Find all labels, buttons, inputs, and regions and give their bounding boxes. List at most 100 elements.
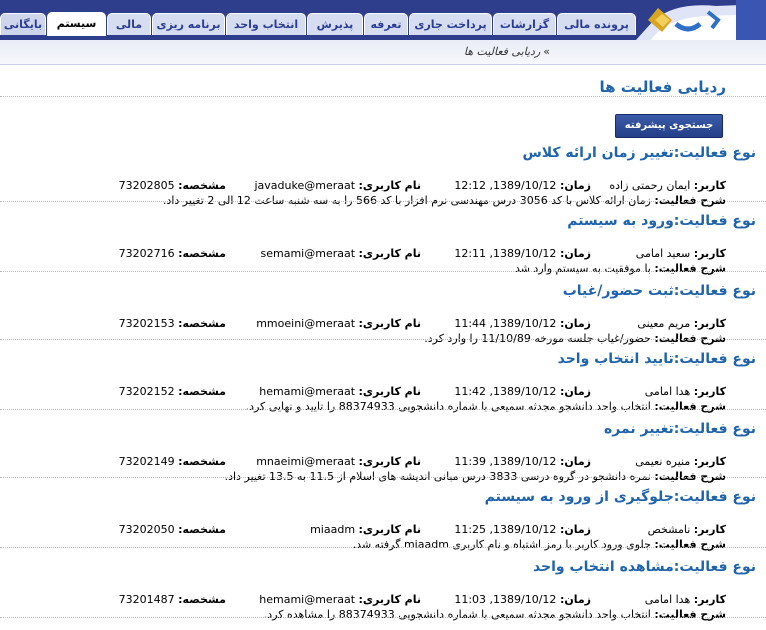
activity-type-value[interactable]: ثبت حضور/غیاب <box>563 283 674 299</box>
time-value: 1389/10/12, 12:11 <box>454 247 557 260</box>
desc-value: انتخاب واحد دانشجو مجدثه سمیعی با شماره … <box>263 608 651 621</box>
activity-type-title: نوع فعالیت:تغییر نمره <box>604 421 756 437</box>
activity-type-label: نوع فعالیت: <box>673 351 756 367</box>
desc-value: با موفقیت به سیستم وارد شد <box>514 262 651 275</box>
desc-label: شرح فعالیت: <box>654 538 726 551</box>
user-label: کاربر: <box>693 179 726 192</box>
activity-type-value[interactable]: تغییر نمره <box>604 421 674 437</box>
tab-reports[interactable]: گزارشات <box>493 13 556 35</box>
activity-type-label: نوع فعالیت: <box>673 421 756 437</box>
divider <box>0 96 766 97</box>
activity-type-value[interactable]: ورود به سیستم <box>567 213 674 229</box>
id-value: 73202716 <box>118 247 175 260</box>
logo-icon <box>636 0 766 40</box>
time-value: 1389/10/12, 11:39 <box>454 455 557 468</box>
username-value: miaadm <box>310 523 356 536</box>
divider <box>0 547 766 548</box>
activity-meta-line: کاربر: سعید امامی زمان: 1389/10/12, 12:1… <box>26 247 726 261</box>
divider <box>0 339 766 340</box>
time-label: زمان: <box>559 247 591 260</box>
tab-planning[interactable]: برنامه ریزی <box>152 13 225 35</box>
time-label: زمان: <box>559 593 591 606</box>
time-label: زمان: <box>559 317 591 330</box>
id-value: 73202153 <box>118 317 175 330</box>
activity-meta-line: کاربر: نامشخص زمان: 1389/10/12, 11:25 نا… <box>26 523 726 537</box>
tab-finance[interactable]: مالی <box>107 13 151 35</box>
activity-desc-line: شرح فعالیت: انتخاب واحد دانشجو مجدثه سمی… <box>264 608 726 621</box>
id-label: مشخصه: <box>178 385 226 398</box>
user-label: کاربر: <box>693 385 726 398</box>
activity-type-title: نوع فعالیت:ورود به سیستم <box>567 213 756 229</box>
tab-archive[interactable]: بایگانی <box>0 13 46 35</box>
username-label: نام کاربری: <box>358 593 421 606</box>
time-value: 1389/10/12, 12:12 <box>454 179 557 192</box>
breadcrumb: »ردیابی فعالیت ها <box>464 45 550 58</box>
time-value: 1389/10/12, 11:44 <box>454 317 557 330</box>
username-label: نام کاربری: <box>358 317 421 330</box>
divider <box>0 271 766 272</box>
activity-type-value[interactable]: مشاهده انتخاب واحد <box>533 559 674 575</box>
username-value: hemami@meraat <box>259 385 356 398</box>
username-value: semami@meraat <box>260 247 356 260</box>
id-label: مشخصه: <box>178 247 226 260</box>
activity-meta-line: کاربر: هدا امامی زمان: 1389/10/12, 11:42… <box>26 385 726 399</box>
activity-meta-line: کاربر: ایمان رحمتی زاده زمان: 1389/10/12… <box>26 179 726 193</box>
tab-financial-file[interactable]: پرونده مالی <box>557 13 636 35</box>
activity-type-title: نوع فعالیت:تایید انتخاب واحد <box>558 351 756 367</box>
activity-type-value[interactable]: تغییر زمان ارائه کلاس <box>522 145 673 161</box>
activity-meta-line: کاربر: منیره نعیمی زمان: 1389/10/12, 11:… <box>26 455 726 469</box>
username-label: نام کاربری: <box>358 455 421 468</box>
activity-type-value[interactable]: جلوگیری از ورود به سیستم <box>485 489 674 505</box>
activity-desc-line: شرح فعالیت: جلوی ورود کاربر با رمز اشتبا… <box>353 538 726 551</box>
id-value: 73202050 <box>118 523 175 536</box>
activity-type-value[interactable]: تایید انتخاب واحد <box>558 351 674 367</box>
tab-admission[interactable]: پذیرش <box>307 13 363 35</box>
activity-desc-line: شرح فعالیت: انتخاب واحد دانشجو مجدثه سمی… <box>246 400 726 413</box>
activity-type-label: نوع فعالیت: <box>673 489 756 505</box>
time-value: 1389/10/12, 11:03 <box>454 593 557 606</box>
user-value: مریم معینی <box>637 317 691 330</box>
user-value: سعید امامی <box>635 247 691 260</box>
desc-label: شرح فعالیت: <box>654 400 726 413</box>
time-label: زمان: <box>559 385 591 398</box>
id-value: 73202805 <box>118 179 175 192</box>
time-value: 1389/10/12, 11:25 <box>454 523 557 536</box>
user-value: ایمان رحمتی زاده <box>609 179 691 192</box>
user-label: کاربر: <box>693 593 726 606</box>
main-tabs: پرونده مالی گزارشات پرداخت جاری تعرفه پذ… <box>0 12 636 36</box>
activity-type-title: نوع فعالیت:مشاهده انتخاب واحد <box>533 559 756 575</box>
username-label: نام کاربری: <box>358 385 421 398</box>
activity-type-title: نوع فعالیت:ثبت حضور/غیاب <box>563 283 756 299</box>
breadcrumb-bar: »ردیابی فعالیت ها <box>0 40 766 65</box>
id-value: 73202149 <box>118 455 175 468</box>
time-value: 1389/10/12, 11:42 <box>454 385 557 398</box>
activity-type-label: نوع فعالیت: <box>673 559 756 575</box>
activity-tracking-panel: ردیابی فعالیت ها جستجوی پیشرفته نوع فعال… <box>0 65 766 630</box>
divider <box>0 477 766 478</box>
activity-type-label: نوع فعالیت: <box>673 145 756 161</box>
user-value: منیره نعیمی <box>635 455 691 468</box>
user-label: کاربر: <box>693 247 726 260</box>
id-value: 73202152 <box>118 385 175 398</box>
tab-current-payment[interactable]: پرداخت جاری <box>409 13 492 35</box>
activity-meta-line: کاربر: هدا امامی زمان: 1389/10/12, 11:03… <box>26 593 726 607</box>
advanced-search-button[interactable]: جستجوی پیشرفته <box>615 114 723 138</box>
activity-meta-line: کاربر: مریم معینی زمان: 1389/10/12, 11:4… <box>26 317 726 331</box>
id-label: مشخصه: <box>178 455 226 468</box>
tab-system[interactable]: سیستم <box>47 12 106 36</box>
divider <box>0 617 766 618</box>
top-header: پرونده مالی گزارشات پرداخت جاری تعرفه پذ… <box>0 0 766 40</box>
time-label: زمان: <box>559 455 591 468</box>
id-value: 73201487 <box>118 593 175 606</box>
tab-tariff[interactable]: تعرفه <box>364 13 408 35</box>
time-label: زمان: <box>559 179 591 192</box>
user-value: هدا امامی <box>644 593 691 606</box>
desc-value: جلوی ورود کاربر با رمز اشتباه و نام کارب… <box>352 538 651 551</box>
breadcrumb-current[interactable]: ردیابی فعالیت ها <box>464 45 540 58</box>
id-label: مشخصه: <box>178 593 226 606</box>
tab-course-selection[interactable]: انتخاب واحد <box>226 13 306 35</box>
user-label: کاربر: <box>693 455 726 468</box>
activity-type-label: نوع فعالیت: <box>673 283 756 299</box>
username-value: mmoeini@meraat <box>256 317 356 330</box>
user-label: کاربر: <box>693 523 726 536</box>
